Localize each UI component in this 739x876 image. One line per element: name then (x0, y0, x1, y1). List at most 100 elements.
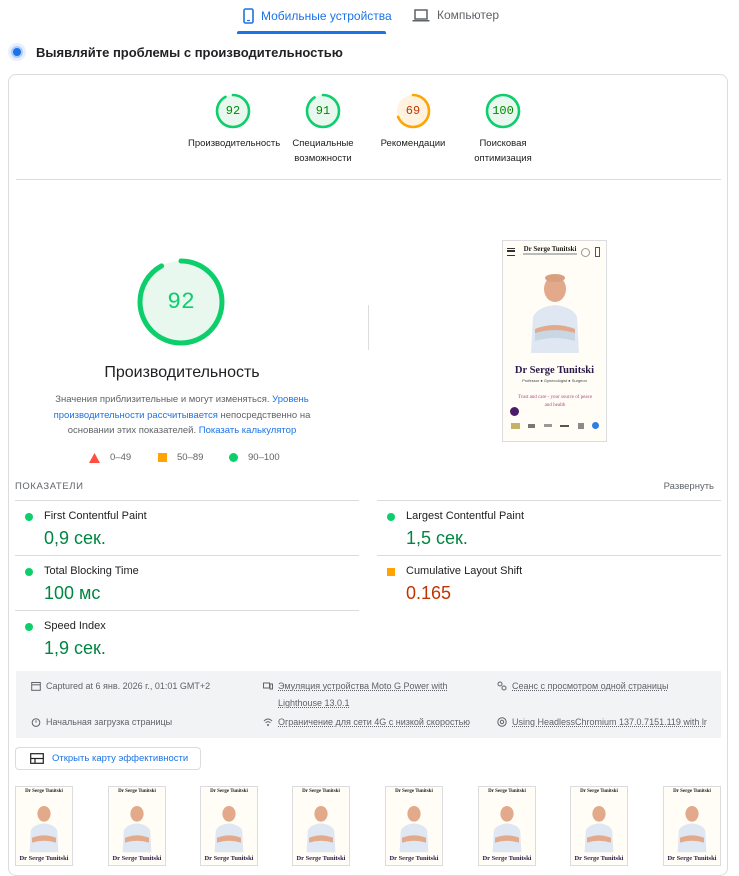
frame-header: Dr Serge Tunitski (488, 789, 526, 794)
frame-header: Dr Serge Tunitski (118, 789, 156, 794)
partner-logo-icon (511, 422, 520, 429)
gauge-ring: 69 (395, 93, 431, 129)
category-label-line1: Производительность (188, 138, 281, 149)
filmstrip-frame: Dr Serge Tunitski Dr Serge Tunitski (385, 786, 443, 866)
throttle-text[interactable]: Ограничение для сети 4G с низкой скорост… (278, 714, 470, 731)
category-gauge[interactable]: 91 Специальные возможности (278, 93, 368, 166)
frame-header: Dr Serge Tunitski (395, 789, 433, 794)
doctor-photo (531, 274, 579, 353)
legend-fail-label: 0–49 (110, 452, 132, 463)
smartphone-icon (243, 8, 254, 24)
gauge-ring: 92 (215, 93, 251, 129)
frame-site-name: Dr Serge Tunitski (482, 855, 532, 862)
category-label-line1: Рекомендации (380, 138, 446, 149)
category-label: Специальные возможности (278, 136, 368, 166)
section-heading: Выявляйте проблемы с производительностью (8, 43, 343, 61)
filmstrip-frame: Dr Serge Tunitski Dr Serge Tunitski (570, 786, 628, 866)
category-label: Рекомендации (368, 136, 458, 151)
open-treemap-button[interactable]: Открыть карту эффективности (15, 747, 201, 770)
metric-si: Speed Index 1,9 сек. (15, 610, 359, 665)
frame-site-name: Dr Serge Tunitski (19, 855, 69, 862)
emulation-text[interactable]: Эмуляция устройства Moto G Power with Lig… (278, 678, 448, 712)
category-score: 69 (405, 104, 421, 118)
site-name: Dr Serge Tunitski (514, 365, 595, 376)
legend-pass-label: 90–100 (248, 452, 280, 463)
category-label-line1: Специальные (292, 138, 354, 149)
active-tab-indicator (237, 31, 386, 34)
expand-toggle[interactable]: Развернуть (664, 481, 714, 492)
category-label-line2: возможности (294, 153, 352, 164)
devices-icon (263, 682, 273, 690)
browser-text[interactable]: Using HeadlessChromium 137.0.7151.119 wi… (512, 714, 707, 731)
circle-icon (229, 453, 238, 462)
gauge-ring: 100 (485, 93, 521, 129)
site-subtitle: Professor ● Gynecologist ● Surgeon (522, 378, 587, 383)
metric-name: Largest Contentful Paint (406, 510, 525, 522)
phone-icon (595, 247, 600, 257)
vertical-divider (368, 305, 369, 350)
category-label-line2: оптимизация (474, 153, 532, 164)
category-score: 91 (315, 104, 331, 118)
category-gauge[interactable]: 100 Поисковая оптимизация (458, 93, 548, 166)
frame-photo (399, 806, 429, 853)
partner-logo-icon (543, 424, 552, 427)
performance-gauge[interactable]: 92 (136, 257, 226, 347)
filmstrip-frame: Dr Serge Tunitski Dr Serge Tunitski (292, 786, 350, 866)
laptop-icon (412, 8, 430, 22)
partner-logo-icon (528, 423, 536, 428)
triangle-icon (89, 452, 100, 463)
emulation-line-2: Lighthouse 13.0.1 (278, 698, 350, 708)
category-label-line1: Поисковая (479, 138, 527, 149)
performance-score: 92 (167, 289, 195, 315)
tab-mobile[interactable]: Мобильные устройства (243, 8, 392, 24)
frame-site-name: Dr Serge Tunitski (389, 855, 439, 862)
session-info: Сеанс с просмотром одной страницы (497, 678, 669, 695)
frame-photo (29, 806, 59, 853)
legend-fail: 0–49 (89, 452, 131, 463)
metric-name: Speed Index (44, 620, 106, 632)
square-icon (158, 453, 167, 462)
category-score: 100 (492, 104, 514, 118)
site-tagline: Trust and care - your source of peace an… (517, 395, 593, 408)
frame-header: Dr Serge Tunitski (580, 789, 618, 794)
description-text-1: Значения приблизительные и могут изменят… (55, 394, 270, 405)
chat-icon (510, 407, 519, 416)
pass-circle-icon (25, 568, 33, 576)
session-text[interactable]: Сеанс с просмотром одной страницы (512, 678, 669, 695)
filmstrip-frame: Dr Serge Tunitski Dr Serge Tunitski (663, 786, 721, 866)
metric-fcp: First Contentful Paint 0,9 сек. (15, 500, 359, 555)
performance-title: Производительность (104, 364, 260, 381)
category-gauge[interactable]: 92 Производительность (188, 93, 281, 151)
site-header-name: Dr Serge Tunitski (523, 245, 577, 253)
captured-text: Captured at 6 янв. 2026 г., 01:01 GMT+2 (46, 681, 211, 691)
device-tabs: Мобильные устройства Компьютер (0, 0, 739, 36)
metrics-header: ПОКАЗАТЕЛИ Развернуть (15, 481, 720, 492)
tab-mobile-label: Мобильные устройства (261, 9, 392, 23)
frame-site-name: Dr Serge Tunitski (667, 855, 717, 862)
frame-site-name: Dr Serge Tunitski (204, 855, 254, 862)
metric-value: 1,5 сек. (406, 528, 468, 548)
status-dot-icon (8, 43, 26, 61)
divider (16, 179, 721, 180)
chrome-icon (497, 717, 507, 727)
frame-header: Dr Serge Tunitski (302, 789, 340, 794)
category-label: Производительность (188, 136, 281, 151)
header-subtitle-line (523, 253, 577, 255)
partner-logos (511, 422, 599, 429)
pass-circle-icon (25, 623, 33, 631)
frame-header: Dr Serge Tunitski (673, 789, 711, 794)
captured-info: Captured at 6 янв. 2026 г., 01:01 GMT+2 (31, 678, 210, 695)
menu-icon (507, 248, 515, 256)
metric-value: 0,9 сек. (44, 528, 106, 548)
frame-photo (584, 806, 614, 853)
category-gauge[interactable]: 69 Рекомендации (368, 93, 458, 151)
tab-desktop[interactable]: Компьютер (412, 8, 499, 22)
frame-site-name: Dr Serge Tunitski (112, 855, 162, 862)
final-screenshot[interactable]: Dr Serge Tunitski Dr Serge Tunitski Prof… (502, 240, 607, 442)
calculator-link[interactable]: Показать калькулятор (199, 425, 296, 436)
load-info: Начальная загрузка страницы (31, 714, 172, 731)
partner-logo-icon (560, 424, 570, 427)
performance-description: Значения приблизительные и могут изменят… (30, 392, 334, 439)
language-icon (581, 248, 590, 257)
legend-pass: 90–100 (229, 452, 280, 463)
